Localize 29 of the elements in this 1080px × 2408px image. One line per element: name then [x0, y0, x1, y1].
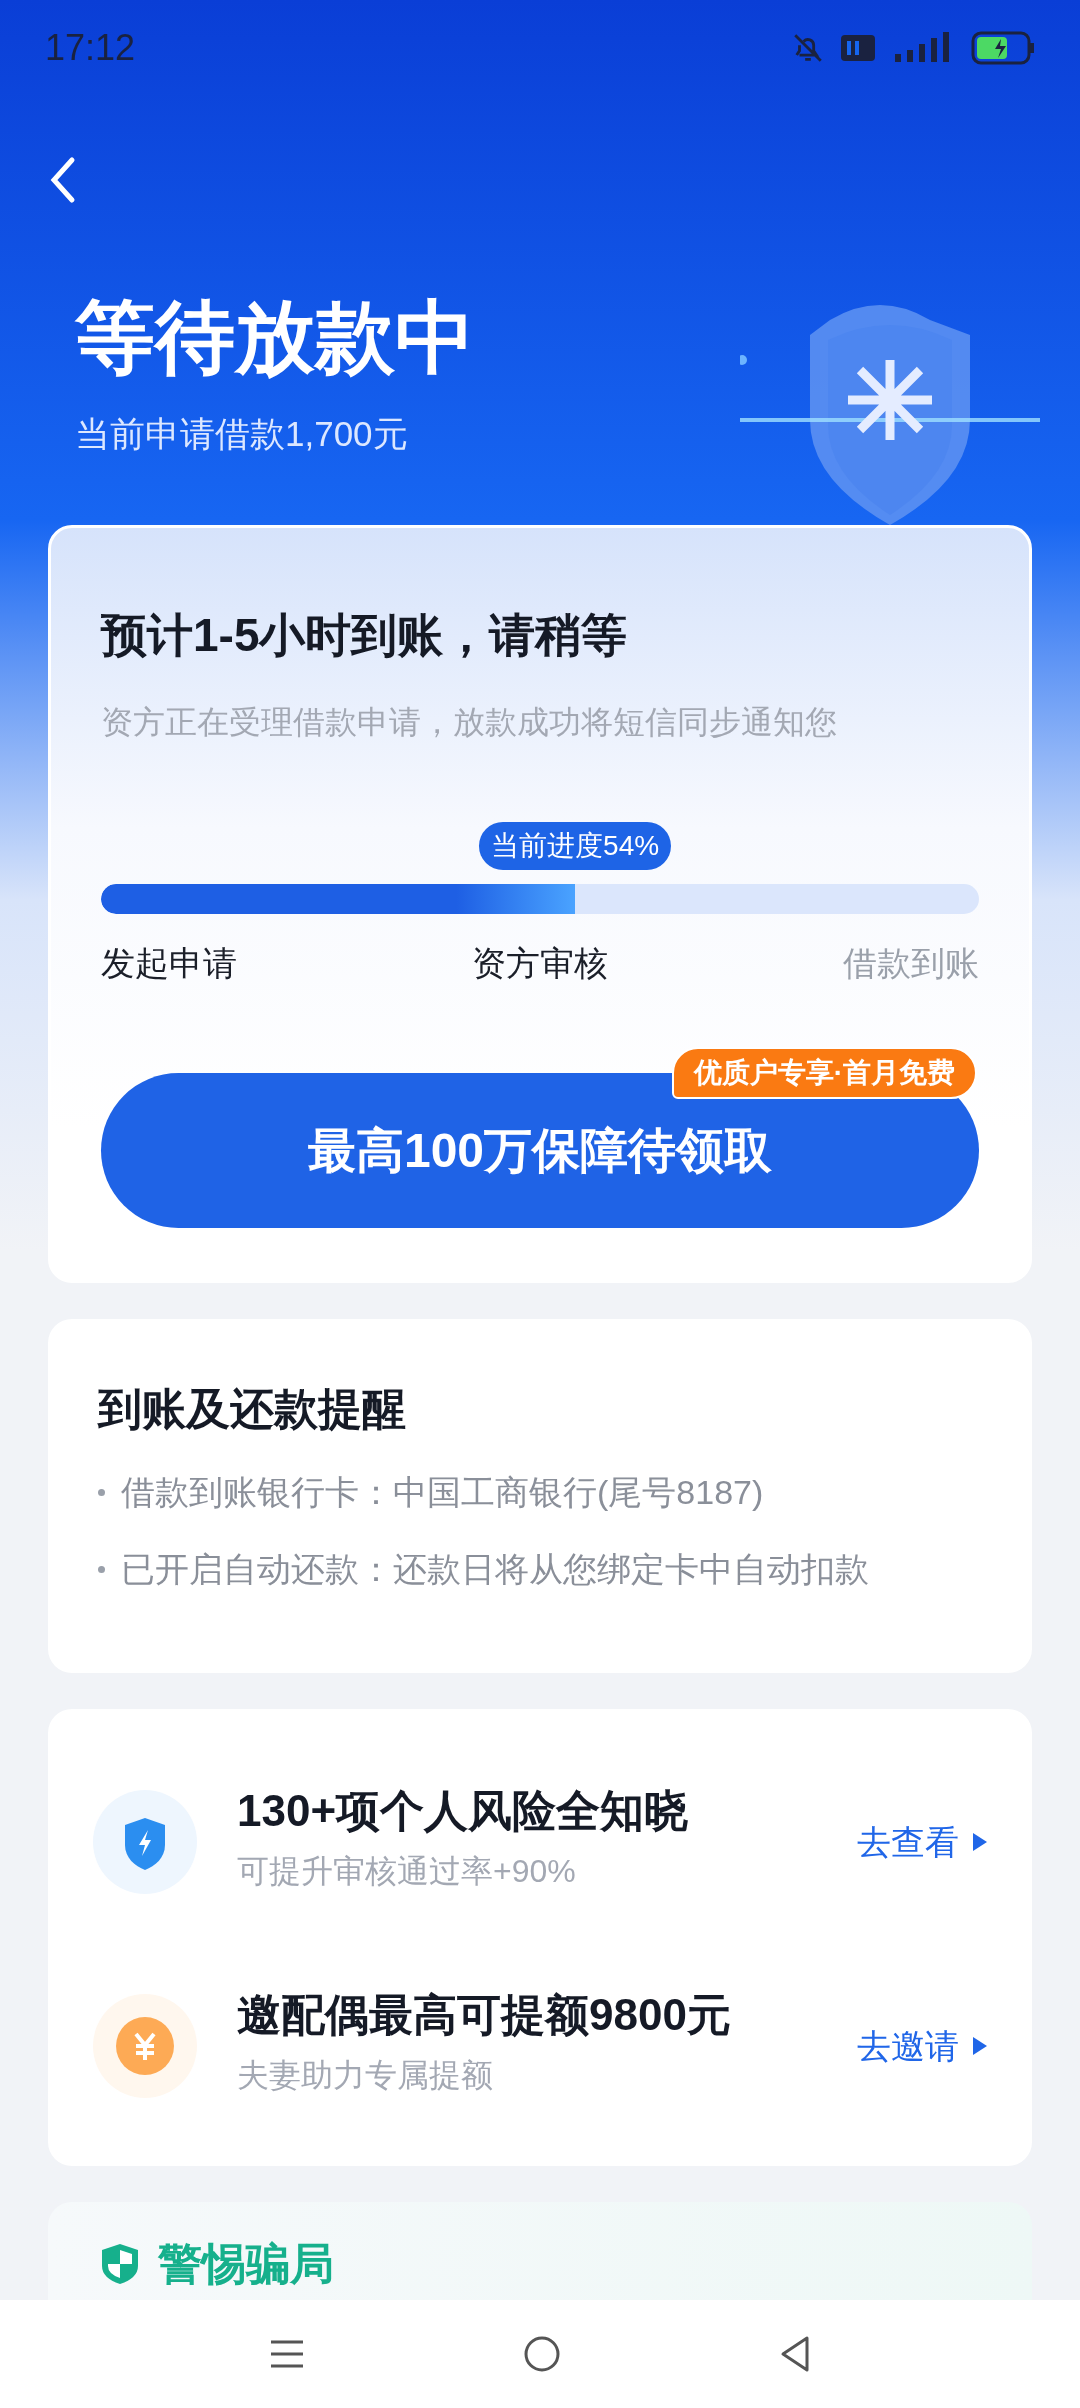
reminder-title: 到账及还款提醒 [98, 1387, 406, 1431]
loan-amount-text: 当前申请借款1,700元 [75, 413, 408, 455]
offer-link[interactable]: 去查看 [857, 1816, 987, 1868]
promo-badge: 优质户专享·首月免费 [671, 1047, 977, 1099]
status-time: 17:12 [45, 25, 136, 70]
page-title: 等待放款中 [75, 298, 475, 378]
progress-step: 借款到账 [843, 938, 979, 989]
reminder-item: 借款到账银行卡：中国工商银行(尾号8187) [121, 1472, 764, 1513]
progress-step: 发起申请 [101, 938, 237, 989]
eta-heading: 预计1-5小时到账，请稍等 [101, 612, 628, 658]
menu-icon[interactable] [269, 2339, 305, 2369]
coin-icon [93, 1994, 197, 2098]
offer-subtitle: 夫妻助力专属提额 [237, 2056, 493, 2095]
triangle-icon [973, 2037, 987, 2055]
hd-icon [841, 34, 875, 61]
progress-step: 资方审核 [472, 938, 608, 989]
shield-icon [93, 1790, 197, 1894]
back-icon[interactable] [779, 2335, 811, 2373]
offer-link[interactable]: 去邀请 [857, 2020, 987, 2072]
triangle-icon [973, 1833, 987, 1851]
offer-title: 130+项个人风险全知晓 [237, 1789, 689, 1833]
progress-tooltip: 当前进度54% [479, 822, 672, 870]
offer-subtitle: 可提升审核通过率+90% [237, 1852, 576, 1891]
reminder-item: 已开启自动还款：还款日将从您绑定卡中自动扣款 [121, 1549, 869, 1590]
offer-title: 邀配偶最高可提额9800元 [237, 1993, 731, 2037]
home-icon[interactable] [523, 2335, 561, 2373]
battery-icon [971, 30, 1035, 65]
status-description: 资方正在受理借款申请，放款成功将短信同步通知您 [101, 703, 837, 742]
warning-title: 警惕骗局 [158, 2242, 334, 2286]
